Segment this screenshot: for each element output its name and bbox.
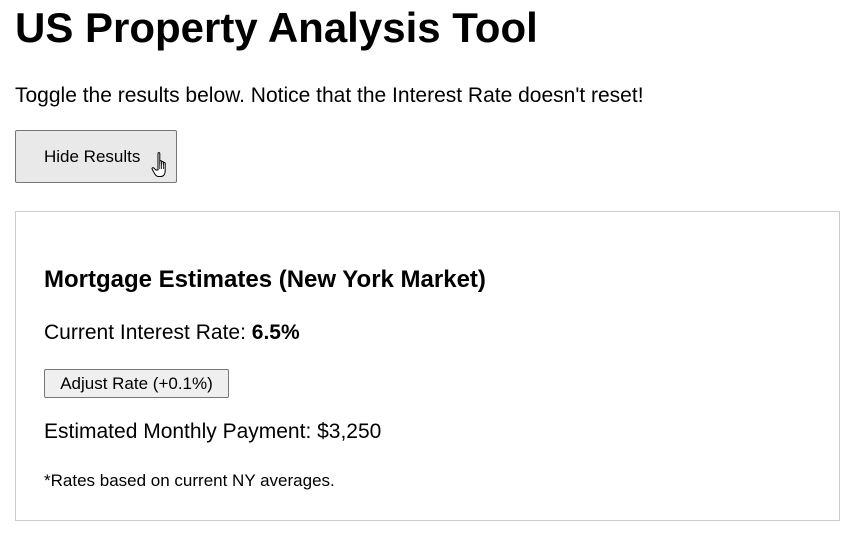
results-heading: Mortgage Estimates (New York Market) xyxy=(44,266,486,293)
page: US Property Analysis Tool Toggle the res… xyxy=(0,0,853,535)
monthly-payment-text: Estimated Monthly Payment: $3,250 xyxy=(44,420,382,443)
intro-text: Toggle the results below. Notice that th… xyxy=(15,84,644,107)
adjust-rate-button[interactable]: Adjust Rate (+0.1%) xyxy=(44,369,229,398)
rates-footnote: *Rates based on current NY averages. xyxy=(44,471,335,490)
hide-results-button[interactable]: Hide Results xyxy=(15,130,177,183)
interest-rate-line: Current Interest Rate: 6.5% xyxy=(44,320,300,346)
interest-rate-label: Current Interest Rate: xyxy=(44,321,252,344)
page-title: US Property Analysis Tool xyxy=(15,4,538,51)
interest-rate-value: 6.5% xyxy=(251,321,300,344)
results-panel: Mortgage Estimates (New York Market) Cur… xyxy=(15,211,840,521)
